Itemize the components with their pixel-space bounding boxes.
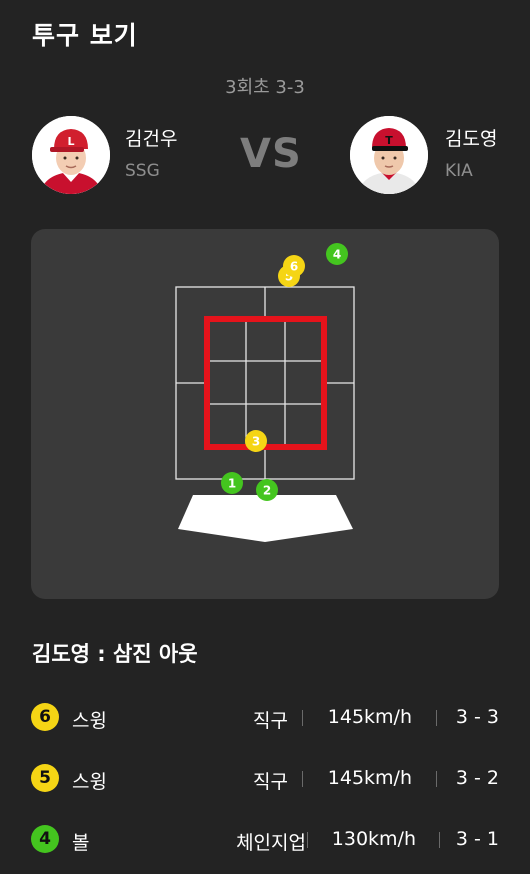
pitch-call: 스윙 [72,771,107,793]
strike-zone-panel: 1 2 3 4 5 6 [31,229,499,599]
svg-text:L: L [67,135,74,148]
svg-text:4: 4 [333,248,341,262]
svg-text:3: 3 [252,435,260,449]
divider [436,771,437,787]
pitch-log-row[interactable]: 6 스윙 직구 145km/h 3 - 3 [0,700,530,740]
svg-text:2: 2 [263,484,271,498]
pitch-log-row[interactable]: 5 스윙 직구 145km/h 3 - 2 [0,761,530,801]
pitch-speed: 145km/h [327,767,412,789]
svg-text:6: 6 [290,260,298,274]
pitch-marker: 6 [283,255,305,277]
at-bat-result: 김도영 : 삼진 아웃 [32,642,198,666]
divider [302,771,303,787]
divider [436,710,437,726]
strike-zone-chart: 1 2 3 4 5 6 [175,243,355,542]
batter-photo-icon: T [350,116,428,194]
pitch-marker: 2 [256,479,278,501]
pitch-type: 직구 [253,771,288,793]
batter-avatar: T [350,116,428,194]
pitch-log-row[interactable]: 4 볼 체인지업 130km/h 3 - 1 [0,822,530,862]
divider [439,832,440,848]
ball-count: 3 - 2 [455,767,499,789]
pitch-type: 체인지업 [236,832,306,854]
batter-name: 김도영 [445,128,498,150]
svg-text:T: T [385,134,393,147]
pitch-number-badge: 5 [31,764,59,792]
divider [307,832,308,848]
divider [302,710,303,726]
pitcher-photo-icon: L [32,116,110,194]
versus-label: VS [240,131,302,177]
home-plate [178,495,353,542]
ball-count: 3 - 3 [455,706,499,728]
page-title: 투구 보기 [32,21,138,50]
pitcher-avatar: L [32,116,110,194]
pitch-speed: 145km/h [327,706,412,728]
pitch-call: 볼 [72,832,90,854]
pitch-marker: 1 [221,472,243,494]
inning-score: 3회초 3-3 [225,77,305,98]
batter-team: KIA [445,161,473,181]
ball-count: 3 - 1 [455,828,499,850]
pitch-number-badge: 4 [31,825,59,853]
pitch-marker: 3 [245,430,267,452]
pitch-call: 스윙 [72,710,107,732]
pitcher-team: SSG [125,161,160,181]
pitch-marker: 4 [326,243,348,265]
svg-text:1: 1 [228,477,236,491]
pitch-speed: 130km/h [331,828,416,850]
pitch-number-badge: 6 [31,703,59,731]
pitch-type: 직구 [253,710,288,732]
zone-inner-fill [207,319,324,447]
pitcher-name: 김건우 [125,128,178,150]
